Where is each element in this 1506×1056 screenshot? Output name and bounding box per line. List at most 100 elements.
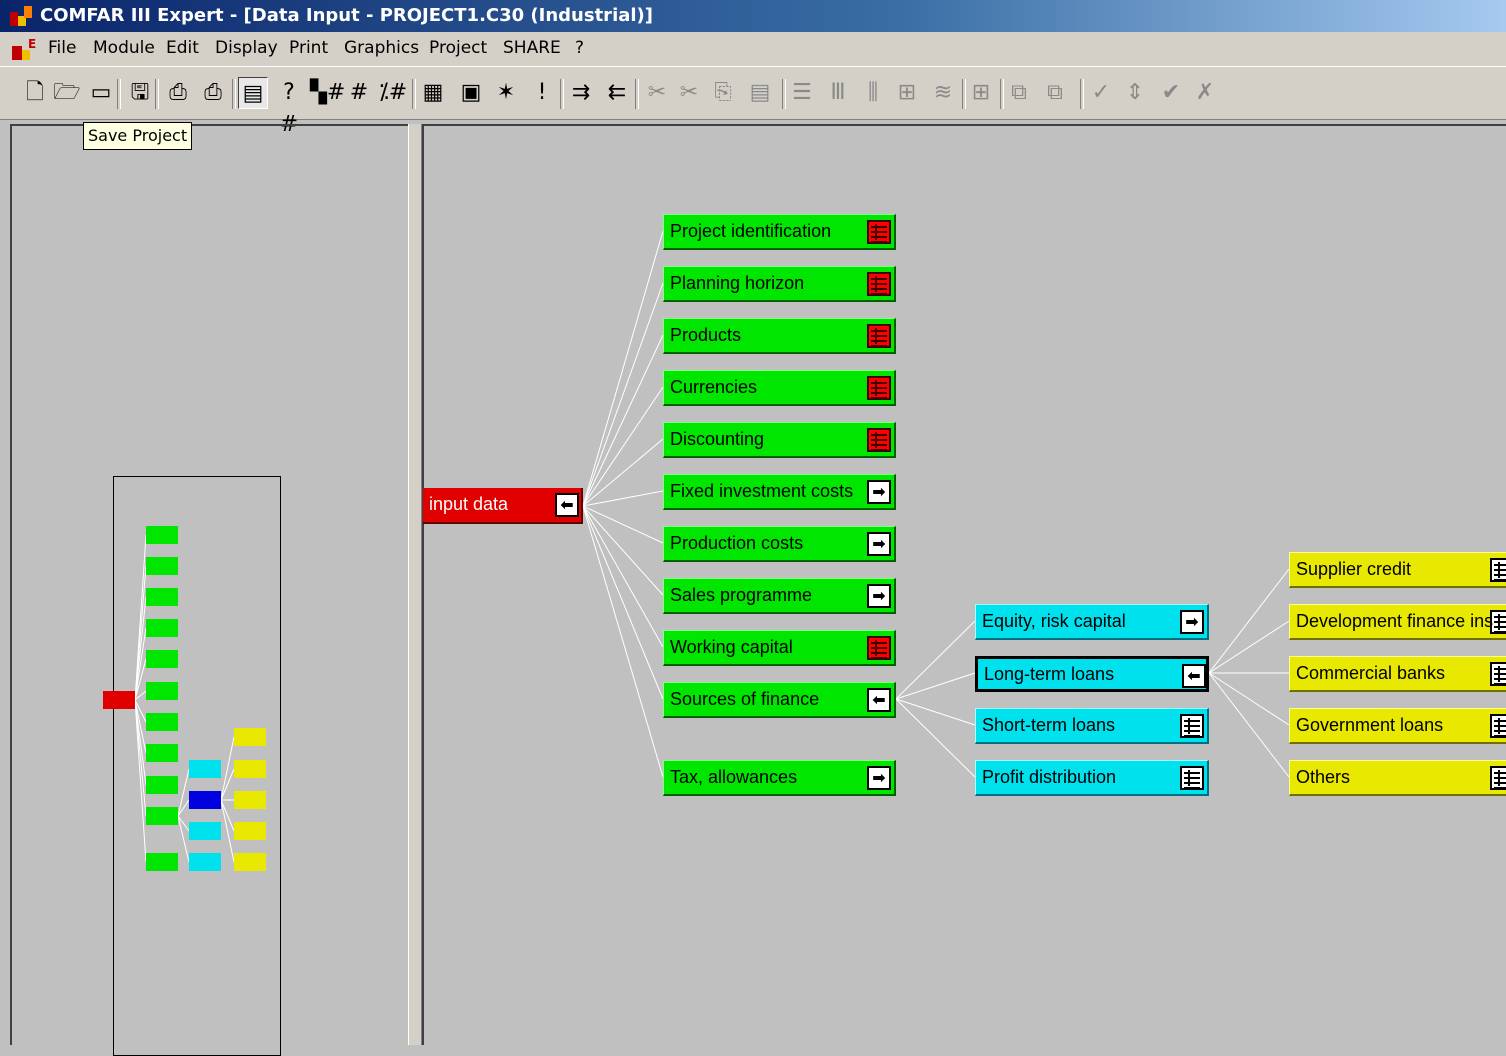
columns-icon[interactable]: Ⅲ: [823, 77, 853, 109]
grid-number-icon[interactable]: #: [344, 77, 374, 109]
node-others[interactable]: Others: [1289, 760, 1506, 796]
menu-edit[interactable]: Edit: [166, 38, 199, 58]
table-red-icon[interactable]: [867, 272, 891, 296]
arrow-left-icon[interactable]: ⬅: [555, 493, 579, 517]
node-label: Working capital: [670, 637, 793, 657]
node-label: Supplier credit: [1296, 559, 1412, 579]
overview-node: [146, 650, 178, 668]
menu-graphics[interactable]: Graphics: [344, 38, 419, 58]
overview-node: [234, 853, 266, 871]
node-project-identification[interactable]: Project identification: [663, 214, 896, 250]
node-tax-allowances[interactable]: Tax, allowances ➡: [663, 760, 896, 796]
table-icon[interactable]: [1490, 662, 1506, 686]
pane-splitter[interactable]: [408, 124, 422, 1045]
node-label: Others: [1296, 767, 1351, 787]
node-sales-programme[interactable]: Sales programme ➡: [663, 578, 896, 614]
table-red-icon[interactable]: [867, 220, 891, 244]
table-red-icon[interactable]: [867, 636, 891, 660]
menu-share[interactable]: SHARE: [503, 38, 561, 58]
node-planning-horizon[interactable]: Planning horizon: [663, 266, 896, 302]
save-icon[interactable]: 🖫: [125, 77, 155, 109]
node-working-capital[interactable]: Working capital: [663, 630, 896, 666]
arrow-left-icon[interactable]: ⬅: [867, 688, 891, 712]
percent-number-icon[interactable]: ⁒#: [378, 77, 408, 109]
toolbar-separator: [232, 79, 236, 109]
overview-node: [189, 853, 221, 871]
menu-file[interactable]: File: [48, 38, 76, 58]
node-fixed-investment-costs[interactable]: Fixed investment costs ➡: [663, 474, 896, 510]
arrow-right-icon[interactable]: ➡: [867, 480, 891, 504]
node-government-loans[interactable]: Government loans: [1289, 708, 1506, 744]
help-number-icon[interactable]: ?#: [274, 77, 304, 137]
menu-module[interactable]: Module: [93, 38, 155, 58]
new-item-icon[interactable]: ✶: [491, 77, 521, 109]
node-sources-of-finance[interactable]: Sources of finance ⬅: [663, 682, 896, 718]
rows-icon[interactable]: ☰: [787, 77, 817, 109]
overview-node: [146, 713, 178, 731]
menu-print[interactable]: Print: [289, 38, 328, 58]
menu-bar: E File Module Edit Display Print Graphic…: [0, 32, 1506, 66]
data-input-icon[interactable]: ▤: [238, 77, 268, 109]
check-icon[interactable]: ✓: [1086, 77, 1116, 109]
node-development-finance-ins[interactable]: Development finance ins: [1289, 604, 1506, 640]
table-icon[interactable]: ▦: [418, 77, 448, 109]
node-long-term-loans[interactable]: Long-term loans ⬅: [975, 656, 1209, 692]
uncheck-all-icon[interactable]: ✗: [1190, 77, 1220, 109]
document-icon[interactable]: E: [12, 38, 38, 60]
arrow-right-icon[interactable]: ➡: [867, 766, 891, 790]
number-format-icon[interactable]: ▚#: [310, 77, 345, 109]
calculator-icon[interactable]: ▣: [456, 77, 486, 109]
print-setup-icon[interactable]: ⎙: [198, 77, 228, 109]
cut-icon[interactable]: ✂: [642, 77, 672, 109]
expand-tree-icon[interactable]: ⇉: [566, 77, 596, 109]
paste-icon[interactable]: ▤: [745, 77, 775, 109]
move-block-icon[interactable]: ⧉: [1040, 77, 1070, 109]
node-profit-distribution[interactable]: Profit distribution: [975, 760, 1209, 796]
arrow-right-icon[interactable]: ➡: [1180, 610, 1204, 634]
node-products[interactable]: Products: [663, 318, 896, 354]
check-all-icon[interactable]: ✔: [1156, 77, 1186, 109]
node-equity-risk-capital[interactable]: Equity, risk capital ➡: [975, 604, 1209, 640]
overview-node: [146, 776, 178, 794]
node-currencies[interactable]: Currencies: [663, 370, 896, 406]
arrow-right-icon[interactable]: ➡: [867, 532, 891, 556]
exclamation-icon[interactable]: !: [527, 77, 557, 109]
node-commercial-banks[interactable]: Commercial banks: [1289, 656, 1506, 692]
open-folder-icon[interactable]: ▭: [86, 77, 116, 109]
collapse-tree-icon[interactable]: ⇇: [602, 77, 632, 109]
table-icon[interactable]: [1180, 766, 1204, 790]
insert-column-icon[interactable]: ⫼: [858, 77, 888, 109]
node-discounting[interactable]: Discounting: [663, 422, 896, 458]
fill-icon[interactable]: ≋: [928, 77, 958, 109]
node-label: Commercial banks: [1296, 663, 1446, 683]
overview-root: [103, 691, 135, 709]
table-icon[interactable]: [1490, 714, 1506, 738]
menu-help[interactable]: ?: [575, 38, 584, 58]
table-icon[interactable]: [1490, 766, 1506, 790]
table-icon[interactable]: [1490, 558, 1506, 582]
cut-percent-icon[interactable]: ✂: [674, 77, 704, 109]
table-icon[interactable]: [1180, 714, 1204, 738]
overview-node: [146, 682, 178, 700]
print-icon[interactable]: ⎙: [163, 77, 193, 109]
menu-project[interactable]: Project: [429, 38, 487, 58]
node-supplier-credit[interactable]: Supplier credit: [1289, 552, 1506, 588]
new-icon[interactable]: 🗋: [20, 77, 50, 109]
node-label: Project identification: [670, 221, 832, 241]
open-icon[interactable]: 🗁: [52, 77, 82, 109]
node-label: Profit distribution: [982, 767, 1117, 787]
table-red-icon[interactable]: [867, 324, 891, 348]
arrow-left-icon[interactable]: ⬅: [1182, 664, 1206, 688]
copy-block-icon[interactable]: ⧉: [1004, 77, 1034, 109]
up-down-icon[interactable]: ⇕: [1120, 77, 1150, 109]
table-red-icon[interactable]: [867, 428, 891, 452]
menu-display[interactable]: Display: [215, 38, 278, 58]
grid-select-icon[interactable]: ⊞: [892, 77, 922, 109]
grid-hash-icon[interactable]: ⊞: [966, 77, 996, 109]
table-red-icon[interactable]: [867, 376, 891, 400]
arrow-right-icon[interactable]: ➡: [867, 584, 891, 608]
node-input-data[interactable]: input data ⬅: [423, 488, 583, 524]
node-production-costs[interactable]: Production costs ➡: [663, 526, 896, 562]
node-short-term-loans[interactable]: Short-term loans: [975, 708, 1209, 744]
copy-icon[interactable]: ⎘: [708, 77, 738, 109]
